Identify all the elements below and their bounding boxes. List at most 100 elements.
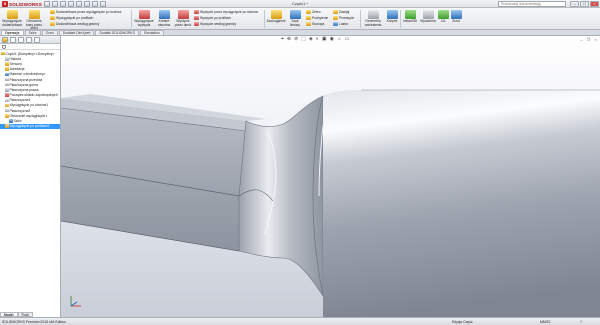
instant3d-button[interactable]: Instant3D [402, 10, 418, 24]
rib-button[interactable]: Żebro [306, 10, 321, 14]
capture-button[interactable]: Zrzut [450, 10, 462, 24]
status-help[interactable]: ? [580, 320, 582, 324]
revolve-cut-icon [177, 10, 189, 19]
status-units[interactable]: MMGS [540, 320, 551, 324]
plane-icon [5, 88, 9, 92]
history-icon [5, 57, 9, 61]
viewport-minimize-icon[interactable]: – [579, 37, 584, 42]
display-manager-tab-icon[interactable] [34, 37, 40, 43]
revolve-cut-button[interactable]: Wycięcie przez obrót [174, 10, 192, 27]
dimxpert-manager-tab-icon[interactable] [26, 37, 32, 43]
curves-icon [386, 10, 398, 19]
plane-icon [5, 77, 9, 82]
panel-toolbar [0, 36, 60, 44]
boundary-cut-button[interactable]: Wycięcie według granicy [194, 22, 236, 26]
linear-pattern-button[interactable]: Szyk liniowy [287, 10, 303, 27]
tab-simulation[interactable]: Simulation [139, 30, 164, 35]
extrude-cut-icon [138, 10, 150, 19]
tree-item-label: Płaszczyzna2 [9, 108, 31, 113]
previous-view-icon[interactable]: ⊘ [294, 37, 298, 42]
viewport-close-icon[interactable]: × [593, 37, 598, 42]
tree-item-label: Wyciągnięcie po ścieżce1 [9, 103, 49, 108]
plane-icon [5, 108, 9, 113]
property-manager-tab-icon[interactable] [10, 37, 16, 43]
sketch-icon [9, 119, 13, 123]
curves-button[interactable]: Krzywe [386, 10, 398, 24]
reference-geometry-icon [367, 10, 379, 19]
tab-dimxpert[interactable]: Dodatek DimXpert [58, 30, 95, 35]
title-bar: S SOLIDWORKS Część1 * Przeszukaj dokumen… [0, 0, 600, 8]
maximize-button[interactable]: □ [580, 1, 589, 7]
close-button[interactable]: × [590, 1, 599, 7]
tree-item-label: Wyciągnięcie po profilach1 [9, 124, 50, 129]
equations-button[interactable]: Wyrażenia [420, 10, 436, 24]
appearance-icon[interactable]: ◉ [330, 37, 334, 42]
lofted-cut-button[interactable]: Wycięcie po profilach [194, 16, 231, 20]
graphics-viewport[interactable]: ⌖ ⊕ ⊘ ⬚ ◈ ◐ ▣ ◉ ☼ ▭ – ❐ × [61, 36, 600, 317]
fillet-button[interactable]: Zaokrąglenie [266, 10, 286, 24]
plane-icon [5, 82, 9, 87]
revolve-boss-button[interactable]: Obrócenie bazy przez obrót [24, 10, 44, 31]
section-view-icon[interactable]: ⬚ [301, 37, 306, 42]
draft-button[interactable]: Pochylenie [306, 16, 328, 20]
equations-icon [422, 10, 434, 19]
tree-item-label: Płaszczyzna przednia [9, 77, 43, 82]
command-manager-ribbon: Wyciągnięcie dodania/baza Obrócenie bazy… [0, 8, 600, 30]
wrap-icon [333, 10, 338, 14]
lofted-boss-button[interactable]: Wyciągnięcie po profilach [50, 16, 93, 20]
tree-item-label: Obrócenie wyciągnięcie1 [9, 113, 48, 118]
hole-wizard-button[interactable]: Kreator otworów [155, 10, 173, 27]
feature-manager-tab-icon[interactable] [2, 37, 8, 43]
mirror-icon [333, 22, 338, 26]
revolve-icon [5, 114, 9, 118]
status-mode: Edycja Część [452, 319, 473, 324]
configuration-manager-tab-icon[interactable] [18, 37, 24, 43]
shell-button[interactable]: Skorupa [306, 22, 324, 26]
reference-geometry-button[interactable]: Geometria odniesienia [362, 10, 384, 27]
model-graphics [61, 89, 600, 317]
material-icon [5, 72, 9, 77]
minimize-button[interactable]: – [570, 1, 579, 7]
tab-evaluate[interactable]: Oceń [41, 30, 58, 35]
tab-sketch[interactable]: Szkic [24, 30, 41, 35]
ca-button[interactable]: CA [437, 10, 449, 24]
ribbon-separator [264, 10, 265, 28]
viewport-restore-icon[interactable]: ❐ [586, 37, 591, 42]
tree-item-label: Płaszczyzna prawa [9, 87, 39, 92]
view-settings-icon[interactable]: ▭ [345, 37, 350, 42]
swept-boss-button[interactable]: Dodanie/baza przez wyciągnięcie po ścież… [50, 10, 121, 14]
tab-features[interactable]: Operacje [1, 30, 24, 35]
zoom-area-icon[interactable]: ⊕ [287, 37, 291, 42]
loft-cut-icon [194, 16, 199, 20]
linear-pattern-icon [289, 10, 301, 19]
hide-show-icon[interactable]: ▣ [322, 37, 327, 42]
wrap-button[interactable]: Zawijaj [333, 10, 349, 14]
intersect-button[interactable]: Przecięcie [333, 16, 354, 20]
window-controls: – □ × [570, 1, 599, 7]
status-bar: SOLIDWORKS Premium 2015 x64 Edition Edyc… [0, 317, 600, 325]
swept-cut-button[interactable]: Wycięcie przez wyciągnięcie po ścieżce [194, 10, 258, 14]
help-search-input[interactable]: Przeszukaj dokumentację [498, 1, 566, 7]
tree-item[interactable]: Początek układu współrzędnych [0, 93, 60, 98]
boundary-boss-button[interactable]: Dodanie/baza według granicy [50, 22, 99, 26]
ca-icon [437, 10, 449, 19]
intersect-icon [333, 16, 338, 20]
extrude-cut-button[interactable]: Wyciągnięcie wycięcia [134, 10, 154, 27]
boundary-cut-icon [194, 22, 199, 26]
tab-addins[interactable]: Dodatki SOLIDWORKS [95, 30, 139, 35]
annotation-icon [5, 67, 9, 71]
fillet-icon [270, 10, 282, 19]
tree-item[interactable]: Wyciągnięcie po profilach1 [0, 123, 60, 129]
sensor-icon [5, 62, 9, 66]
view-orientation-icon[interactable]: ◈ [309, 37, 313, 42]
extrude-boss-button[interactable]: Wyciągnięcie dodania/baza [2, 10, 22, 27]
scene-icon[interactable]: ☼ [337, 37, 342, 42]
zoom-to-fit-icon[interactable]: ⌖ [281, 37, 284, 42]
display-style-icon[interactable]: ◐ [316, 37, 319, 42]
mirror-button[interactable]: Lustro [333, 22, 348, 26]
heads-up-view-toolbar: ⌖ ⊕ ⊘ ⬚ ◈ ◐ ▣ ◉ ☼ ▭ [281, 37, 349, 42]
boundary-boss-icon [50, 22, 55, 26]
tree-root[interactable]: Część1 (Domyślny<<Domyślny> [0, 51, 60, 56]
tree-item-label: Płaszczyzna1 [9, 98, 31, 103]
tree-item-label: Płaszczyzna górna [9, 82, 38, 87]
